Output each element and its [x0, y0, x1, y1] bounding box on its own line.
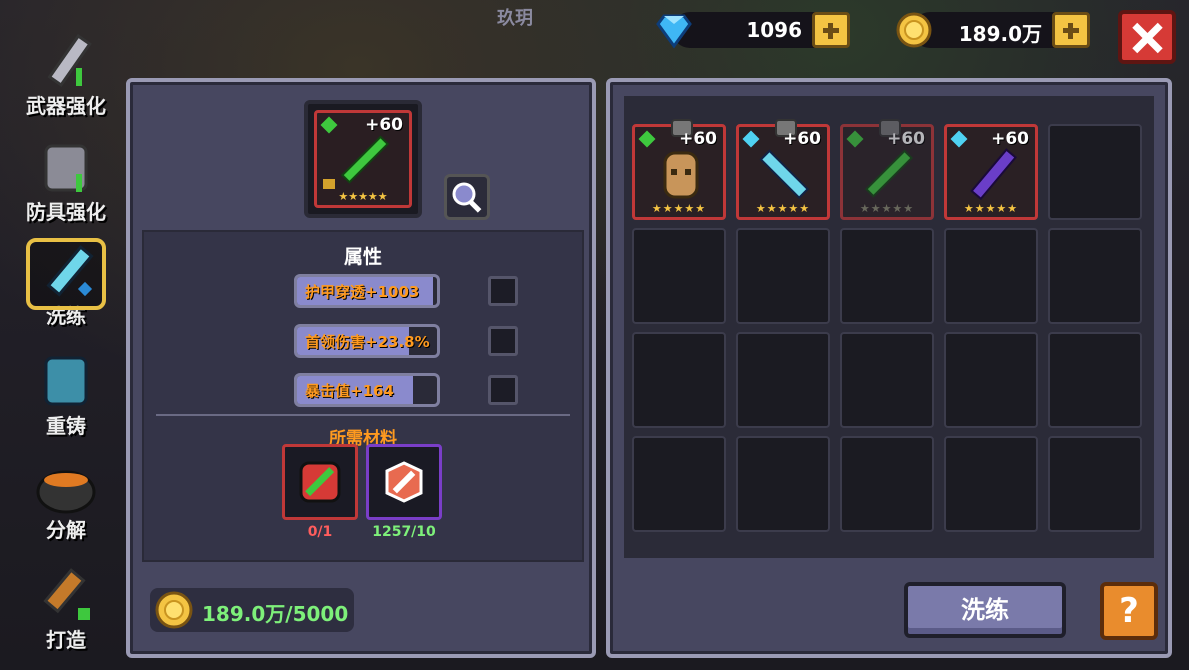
empty-slot[interactable]: [632, 332, 726, 428]
lock-icon: [323, 179, 335, 189]
empty-slot[interactable]: [1048, 124, 1142, 220]
empty-slot[interactable]: [632, 228, 726, 324]
refine-panel: +60 ★★★★★ 属性 护甲穿透+1003 首领伤害+23.8% 暴击值+16…: [126, 78, 596, 658]
lock-stat-checkbox[interactable]: [488, 276, 518, 306]
cost-value: 189.0万/5000: [202, 602, 349, 626]
lock-stat-checkbox[interactable]: [488, 326, 518, 356]
item-stars: ★★★★★: [963, 202, 1019, 215]
ice-sword-icon: [759, 149, 810, 200]
nav-armor-upgrade[interactable]: 防具强化: [18, 134, 114, 225]
empty-slot[interactable]: [840, 228, 934, 324]
blue-sword-icon: [46, 245, 94, 297]
gold-coin-icon: [896, 12, 932, 48]
refine-button[interactable]: 洗练: [904, 582, 1066, 638]
attributes-title: 属性: [343, 246, 382, 268]
inventory-item-purple-blade[interactable]: +60 ★★★★★: [944, 124, 1038, 220]
stat-armor-penetration: 护甲穿透+1003: [294, 274, 440, 308]
stat-text: 首领伤害+23.8%: [305, 333, 430, 351]
material-count: 1257/10: [372, 524, 436, 540]
inspect-button[interactable]: [444, 174, 490, 220]
divider: [156, 414, 570, 416]
empty-slot[interactable]: [840, 332, 934, 428]
player-name: 玖玥: [497, 8, 533, 29]
add-diamond-button[interactable]: [812, 12, 850, 48]
empty-slot[interactable]: [736, 228, 830, 324]
empty-slot[interactable]: [1048, 228, 1142, 324]
magnifier-icon: [452, 182, 482, 213]
empty-slot[interactable]: [1048, 436, 1142, 532]
nav-refine[interactable]: 洗练: [18, 238, 114, 329]
gold-value: 189.0万: [958, 22, 1042, 46]
stat-crit-value: 暴击值+164: [294, 373, 440, 407]
empty-slot[interactable]: [944, 332, 1038, 428]
material-slot-weapon[interactable]: [282, 444, 358, 520]
help-button[interactable]: ?: [1100, 582, 1158, 640]
empty-slot[interactable]: [840, 436, 934, 532]
stat-text: 护甲穿透+1003: [305, 283, 420, 301]
diamond-icon: [656, 14, 692, 49]
cauldron-icon: [36, 470, 96, 514]
green-sword-icon: [864, 149, 914, 198]
diamond-value: 1096: [746, 18, 802, 42]
material-slot-stone[interactable]: [366, 444, 442, 520]
gold-counter: 189.0万: [896, 12, 1090, 48]
empty-slot[interactable]: [736, 332, 830, 428]
selected-item-frame: +60 ★★★★★: [304, 100, 422, 218]
nav-dismantle[interactable]: 分解: [18, 452, 114, 543]
refine-stone-icon: [385, 461, 423, 503]
item-stars: ★★★★★: [859, 202, 915, 215]
materials-title: 所需材料: [329, 429, 397, 449]
inventory-grid: +60 ★★★★★ +60 ★★★★★ +60 ★★★★★ +60 ★★★★★: [624, 96, 1154, 558]
inventory-item-mask[interactable]: +60 ★★★★★: [632, 119, 726, 220]
material-count: 0/1: [307, 524, 333, 540]
green-sword-icon: [340, 135, 390, 184]
inventory-item-ice-sword[interactable]: +60 ★★★★★: [736, 119, 830, 220]
refine-cost: 189.0万/5000: [150, 588, 354, 632]
red-gem-weapon-icon: [299, 461, 341, 503]
diamond-counter: 1096: [656, 12, 850, 49]
selected-item-slot[interactable]: +60 ★★★★★: [314, 110, 412, 208]
close-button[interactable]: [1118, 10, 1176, 64]
empty-slot[interactable]: [1048, 332, 1142, 428]
empty-slot[interactable]: [944, 436, 1038, 532]
inventory-item-green-sword[interactable]: +60 ★★★★★: [840, 119, 934, 220]
item-stars: ★★★★★: [338, 190, 388, 203]
purple-blade-icon: [970, 148, 1018, 201]
blue-armor-icon: [44, 356, 88, 406]
empty-slot[interactable]: [944, 228, 1038, 324]
item-stars: ★★★★★: [651, 202, 707, 215]
stat-text: 暴击值+164: [305, 382, 394, 400]
empty-slot[interactable]: [632, 436, 726, 532]
armor-icon: [44, 144, 88, 192]
mask-icon: [663, 151, 699, 199]
nav-reforge[interactable]: 重铸: [18, 348, 114, 439]
add-gold-button[interactable]: [1052, 12, 1090, 48]
inventory-panel: +60 ★★★★★ +60 ★★★★★ +60 ★★★★★ +60 ★★★★★ …: [606, 78, 1172, 658]
nav-weapon-upgrade[interactable]: 武器强化: [18, 28, 114, 119]
hammer-icon: [43, 568, 90, 620]
empty-slot[interactable]: [736, 436, 830, 532]
sword-icon: [47, 33, 92, 88]
attributes-box: 属性 护甲穿透+1003 首领伤害+23.8% 暴击值+164 所需材料 0/1: [142, 230, 584, 562]
stat-boss-damage: 首领伤害+23.8%: [294, 324, 440, 358]
gold-coin-icon: [155, 591, 193, 629]
nav-craft[interactable]: 打造: [18, 562, 114, 653]
lock-stat-checkbox[interactable]: [488, 375, 518, 405]
item-stars: ★★★★★: [755, 202, 811, 215]
